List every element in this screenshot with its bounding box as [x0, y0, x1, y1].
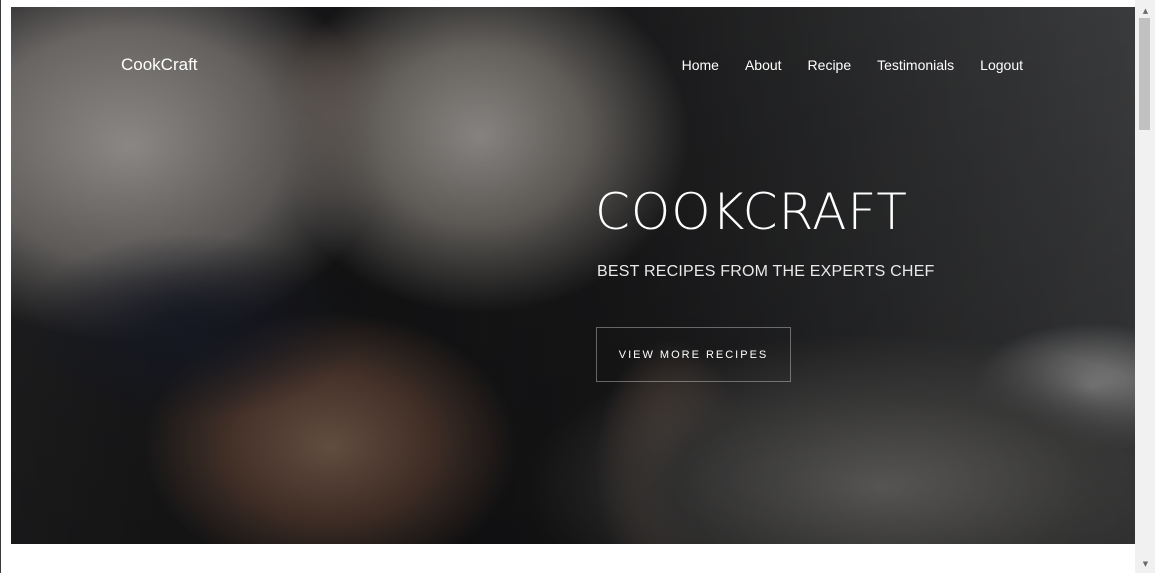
nav-testimonials[interactable]: Testimonials	[877, 57, 954, 73]
scroll-up-arrow-icon[interactable]: ▲	[1135, 4, 1155, 18]
nav-recipe[interactable]: Recipe	[808, 57, 852, 73]
view-more-recipes-button[interactable]: VIEW MORE RECIPES	[596, 327, 791, 382]
page: CookCraft Home About Recipe Testimonials…	[0, 0, 1155, 573]
scroll-thumb[interactable]	[1139, 18, 1150, 130]
hero-overlay	[11, 7, 1135, 544]
nav-logout[interactable]: Logout	[980, 57, 1023, 73]
nav-about[interactable]: About	[745, 57, 782, 73]
hero-banner: CookCraft Home About Recipe Testimonials…	[11, 7, 1135, 544]
hero-title: COOKCRAFT	[595, 183, 908, 241]
hero-subtitle: BEST RECIPES FROM THE EXPERTS CHEF	[597, 263, 935, 280]
main-nav: Home About Recipe Testimonials Logout	[682, 57, 1023, 73]
nav-home[interactable]: Home	[682, 57, 719, 73]
scroll-down-arrow-icon[interactable]: ▼	[1135, 557, 1155, 571]
vertical-scrollbar[interactable]: ▲ ▼	[1135, 0, 1155, 573]
brand-logo[interactable]: CookCraft	[121, 55, 198, 75]
